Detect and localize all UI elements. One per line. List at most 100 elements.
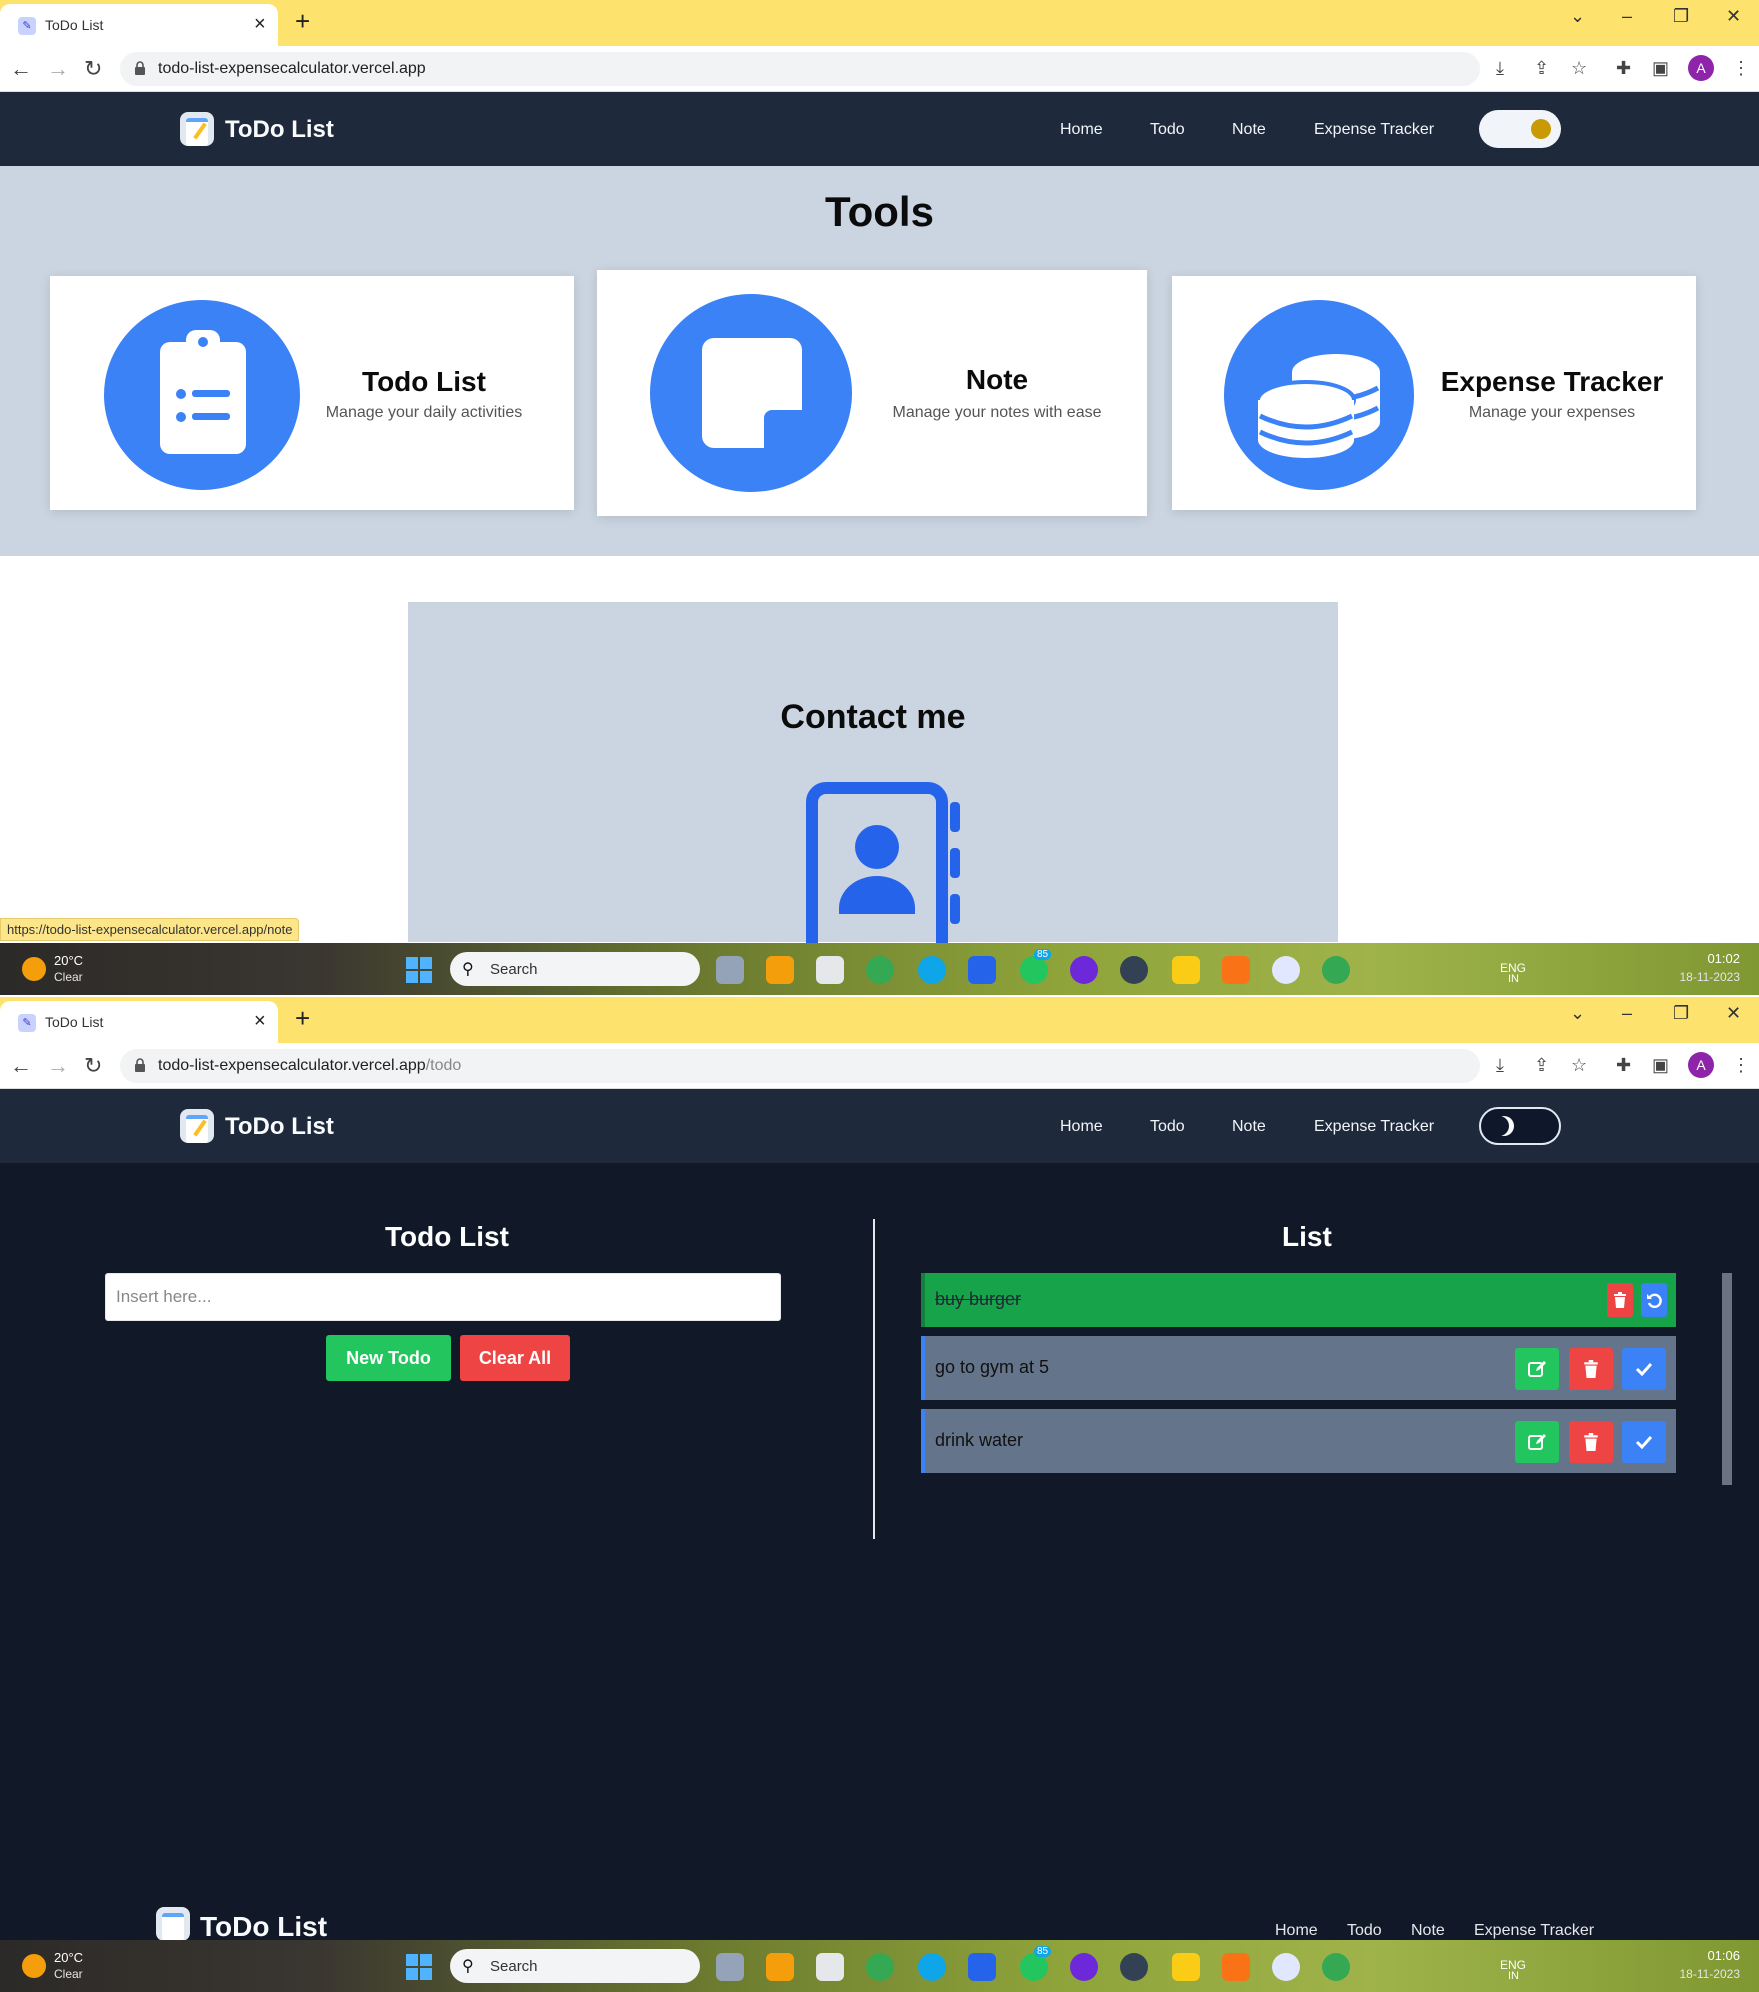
weather-widget[interactable]: 20°C Clear xyxy=(20,1948,110,1984)
browser-tab[interactable]: ✎ ToDo List × xyxy=(0,1001,278,1043)
footer-expense-tracker-link[interactable]: Expense Tracker xyxy=(1474,1922,1594,1940)
todo-input[interactable] xyxy=(105,1273,781,1321)
skype-icon[interactable] xyxy=(918,1953,946,1981)
url-field[interactable]: todo-list-expensecalculator.vercel.app xyxy=(120,52,1480,86)
complete-button[interactable] xyxy=(1622,1421,1666,1463)
vscode-icon[interactable] xyxy=(968,956,996,984)
store-icon[interactable] xyxy=(816,956,844,984)
nav-note-link[interactable]: Note xyxy=(1232,121,1266,139)
side-panel-icon[interactable]: ▣ xyxy=(1652,58,1669,79)
clock-time[interactable]: 01:06 xyxy=(1680,1948,1740,1963)
footer-logo-icon[interactable] xyxy=(156,1907,190,1941)
app-icon[interactable] xyxy=(1120,956,1148,984)
restore-icon[interactable]: ❐ xyxy=(1673,1003,1689,1024)
reload-icon[interactable]: ↻ xyxy=(84,1053,102,1079)
taskbar-search[interactable]: ⚲ Search xyxy=(450,1949,700,1983)
file-explorer-icon[interactable] xyxy=(766,956,794,984)
chrome-menu-icon[interactable]: ⋮ xyxy=(1732,1055,1750,1076)
vscode-icon[interactable] xyxy=(968,1953,996,1981)
chrome-profile-icon[interactable] xyxy=(1322,1953,1350,1981)
extensions-icon[interactable]: ✚ xyxy=(1616,1055,1631,1076)
clock-time[interactable]: 01:02 xyxy=(1680,951,1740,966)
new-todo-button[interactable]: New Todo xyxy=(326,1335,451,1381)
back-icon[interactable]: ← xyxy=(10,1053,32,1079)
share-icon[interactable]: ⇪ xyxy=(1534,1055,1549,1076)
brand-title[interactable]: ToDo List xyxy=(225,1113,334,1141)
minimize-icon[interactable]: – xyxy=(1622,1003,1632,1024)
url-field[interactable]: todo-list-expensecalculator.vercel.app/t… xyxy=(120,1049,1480,1083)
extensions-icon[interactable]: ✚ xyxy=(1616,58,1631,79)
delete-button[interactable] xyxy=(1569,1348,1613,1390)
app-icon[interactable] xyxy=(1272,1953,1300,1981)
expense-tracker-card[interactable]: Expense Tracker Manage your expenses xyxy=(1172,276,1696,510)
weather-widget[interactable]: 20°C Clear xyxy=(20,951,110,987)
forward-icon[interactable]: → xyxy=(47,1053,69,1079)
nav-todo-link[interactable]: Todo xyxy=(1150,121,1185,139)
taskbar-search[interactable]: ⚲ Search xyxy=(450,952,700,986)
brand-title[interactable]: ToDo List xyxy=(225,116,334,144)
app-icon[interactable] xyxy=(1070,956,1098,984)
tab-search-icon[interactable]: ⌄ xyxy=(1570,1003,1585,1024)
restore-icon[interactable]: ❐ xyxy=(1673,6,1689,27)
forward-icon[interactable]: → xyxy=(47,56,69,82)
nav-home-link[interactable]: Home xyxy=(1060,121,1103,139)
chrome-icon[interactable] xyxy=(866,956,894,984)
nav-expense-tracker-link[interactable]: Expense Tracker xyxy=(1314,1118,1434,1136)
browser-tab[interactable]: ✎ ToDo List × xyxy=(0,4,278,46)
delete-button[interactable] xyxy=(1569,1421,1613,1463)
complete-button[interactable] xyxy=(1622,1348,1666,1390)
whatsapp-icon[interactable] xyxy=(1020,956,1048,984)
windows-start-icon[interactable] xyxy=(406,957,432,983)
install-icon[interactable]: ⤓ xyxy=(1496,58,1504,79)
tab-close-icon[interactable]: × xyxy=(254,1010,266,1033)
task-view-icon[interactable] xyxy=(716,956,744,984)
app-icon[interactable] xyxy=(1120,1953,1148,1981)
minimize-icon[interactable]: – xyxy=(1622,6,1632,27)
reload-icon[interactable]: ↻ xyxy=(84,56,102,82)
delete-button[interactable] xyxy=(1607,1283,1633,1317)
chrome-icon[interactable] xyxy=(866,1953,894,1981)
nav-todo-link[interactable]: Todo xyxy=(1150,1118,1185,1136)
chrome-menu-icon[interactable]: ⋮ xyxy=(1732,58,1750,79)
footer-home-link[interactable]: Home xyxy=(1275,1922,1318,1940)
store-icon[interactable] xyxy=(816,1953,844,1981)
todo-list-card[interactable]: Todo List Manage your daily activities xyxy=(50,276,574,510)
nav-note-link[interactable]: Note xyxy=(1232,1118,1266,1136)
install-icon[interactable]: ⤓ xyxy=(1496,1055,1504,1076)
app-icon[interactable] xyxy=(1172,956,1200,984)
brand-logo-icon[interactable] xyxy=(180,1109,214,1143)
tab-close-icon[interactable]: × xyxy=(254,13,266,36)
whatsapp-icon[interactable] xyxy=(1020,1953,1048,1981)
close-window-icon[interactable]: ✕ xyxy=(1726,6,1741,27)
app-icon[interactable] xyxy=(1272,956,1300,984)
edit-button[interactable] xyxy=(1515,1348,1559,1390)
back-icon[interactable]: ← xyxy=(10,56,32,82)
bookmark-star-icon[interactable]: ☆ xyxy=(1571,1055,1587,1076)
brand-logo-icon[interactable] xyxy=(180,112,214,146)
share-icon[interactable]: ⇪ xyxy=(1534,58,1549,79)
file-explorer-icon[interactable] xyxy=(766,1953,794,1981)
profile-avatar[interactable]: A xyxy=(1688,55,1714,81)
footer-note-link[interactable]: Note xyxy=(1411,1922,1445,1940)
app-icon[interactable] xyxy=(1070,1953,1098,1981)
theme-toggle[interactable] xyxy=(1479,110,1561,148)
theme-toggle[interactable] xyxy=(1479,1107,1561,1145)
footer-todo-link[interactable]: Todo xyxy=(1347,1922,1382,1940)
bookmark-star-icon[interactable]: ☆ xyxy=(1571,58,1587,79)
vlc-icon[interactable] xyxy=(1222,956,1250,984)
chrome-profile-icon[interactable] xyxy=(1322,956,1350,984)
nav-home-link[interactable]: Home xyxy=(1060,1118,1103,1136)
list-scrollbar[interactable] xyxy=(1722,1273,1732,1485)
new-tab-button[interactable]: + xyxy=(295,1003,310,1034)
task-view-icon[interactable] xyxy=(716,1953,744,1981)
app-icon[interactable] xyxy=(1172,1953,1200,1981)
edit-button[interactable] xyxy=(1515,1421,1559,1463)
undo-button[interactable] xyxy=(1641,1283,1667,1317)
clear-all-button[interactable]: Clear All xyxy=(460,1335,570,1381)
side-panel-icon[interactable]: ▣ xyxy=(1652,1055,1669,1076)
nav-expense-tracker-link[interactable]: Expense Tracker xyxy=(1314,121,1434,139)
note-card[interactable]: Note Manage your notes with ease xyxy=(597,270,1147,516)
close-window-icon[interactable]: ✕ xyxy=(1726,1003,1741,1024)
profile-avatar[interactable]: A xyxy=(1688,1052,1714,1078)
footer-brand[interactable]: ToDo List xyxy=(200,1911,327,1943)
